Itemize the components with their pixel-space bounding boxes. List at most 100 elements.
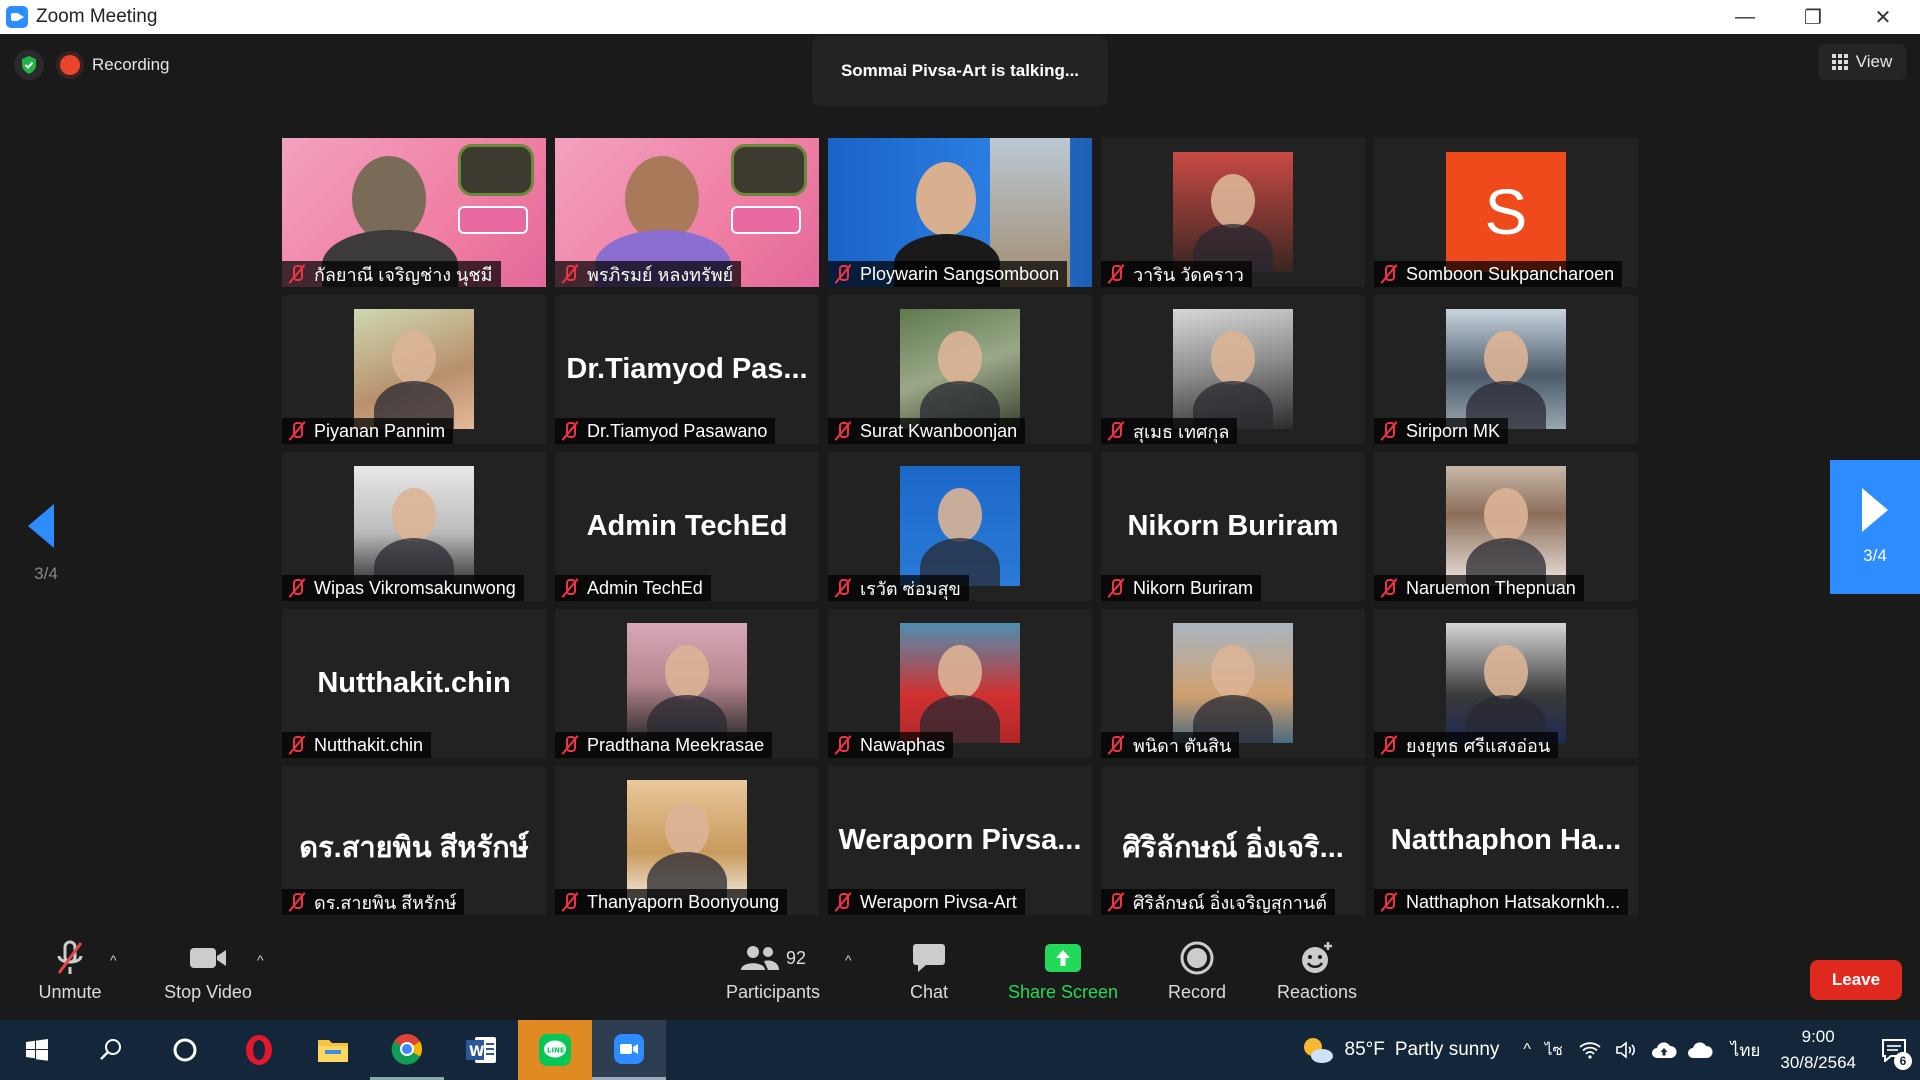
participant-tile[interactable]: สุเมธ เทศกุล	[1101, 295, 1365, 444]
participant-tile[interactable]: Wipas Vikromsakunwong	[282, 452, 546, 601]
participant-tile[interactable]: ยงยุทธ ศรีแสงอ่อน	[1374, 609, 1638, 758]
line-app-icon: LINE	[539, 1034, 571, 1066]
participant-tile[interactable]: S Somboon Sukpancharoen	[1374, 138, 1638, 287]
share-screen-icon	[1045, 944, 1081, 972]
onedrive-cloud-icon[interactable]	[1687, 1040, 1713, 1060]
participant-tile[interactable]: Natthaphon Ha... Natthaphon Hatsakornkh..…	[1374, 766, 1638, 915]
audio-options-caret-icon[interactable]: ^	[110, 952, 117, 968]
microphone-muted-icon	[286, 264, 308, 284]
participant-name: Dr.Tiamyod Pasawano	[587, 420, 768, 441]
participant-tile[interactable]: Siriporn MK	[1374, 295, 1638, 444]
participant-name-tag: สุเมธ เทศกุล	[1101, 418, 1238, 444]
close-button[interactable]: ✕	[1848, 0, 1918, 34]
participant-tile[interactable]: เรวัต ซ่อมสุข	[828, 452, 1092, 601]
window-title-bar: Zoom Meeting — ❐ ✕	[0, 0, 1920, 34]
taskbar-opera[interactable]	[222, 1020, 296, 1080]
participant-grid: กัลยาณี เจริญช่าง นุชมี พรภิรมย์ หลงทรัพย…	[282, 138, 1638, 915]
unmute-button[interactable]: Unmute	[26, 938, 114, 1003]
microphone-muted-icon	[1378, 421, 1400, 441]
participant-tile[interactable]: Surat Kwanboonjan	[828, 295, 1092, 444]
participant-tile[interactable]: กัลยาณี เจริญช่าง นุชมี	[282, 138, 546, 287]
participant-display-name: Dr.Tiamyod Pas...	[566, 353, 808, 385]
participant-tile[interactable]: Pradthana Meekrasae	[555, 609, 819, 758]
participant-tile[interactable]: ดร.สายพิน สีหรักษ์ ดร.สายพิน สีหรักษ์	[282, 766, 546, 915]
chat-button[interactable]: Chat	[889, 938, 969, 1003]
video-options-caret-icon[interactable]: ^	[257, 952, 264, 968]
participant-tile[interactable]: Ploywarin Sangsomboon	[828, 138, 1092, 287]
show-hidden-icons-caret-icon[interactable]: ^	[1523, 1041, 1531, 1059]
taskbar-line[interactable]: LINE	[518, 1020, 592, 1080]
microphone-muted-icon	[286, 892, 308, 912]
participant-name-tag: ศิริลักษณ์ อิ่งเจริญสุกานต์	[1101, 889, 1335, 915]
participant-tile[interactable]: Nawaphas	[828, 609, 1092, 758]
speaker-volume-icon[interactable]	[1615, 1040, 1637, 1060]
taskbar-chrome[interactable]	[370, 1020, 444, 1080]
weather-widget[interactable]: 85°F Partly sunny	[1301, 1035, 1499, 1065]
wifi-icon[interactable]	[1579, 1041, 1601, 1059]
security-shield-icon[interactable]	[14, 50, 44, 80]
active-speaker-banner: Sommai Pivsa-Art is talking...	[812, 36, 1108, 106]
recording-indicator[interactable]: Recording	[60, 55, 170, 75]
participant-tile[interactable]: Admin TechEd Admin TechEd	[555, 452, 819, 601]
participant-photo	[900, 466, 1020, 586]
reactions-button[interactable]: Reactions	[1270, 938, 1364, 1003]
notification-count-badge: 6	[1894, 1052, 1912, 1070]
restore-button[interactable]: ❐	[1778, 0, 1848, 34]
view-label: View	[1855, 52, 1893, 71]
view-button[interactable]: View	[1818, 44, 1906, 80]
input-language[interactable]: ไทย	[1731, 1037, 1761, 1064]
prev-page-button[interactable]: 3/4	[26, 504, 66, 584]
participant-tile[interactable]: Weraporn Pivsa... Weraporn Pivsa-Art	[828, 766, 1092, 915]
reactions-label: Reactions	[1276, 982, 1358, 1002]
word-icon: W	[466, 1037, 496, 1063]
participant-tile[interactable]: Thanyaporn Boonyoung	[555, 766, 819, 915]
microphone-muted-icon	[832, 578, 854, 598]
record-icon	[1180, 941, 1214, 975]
participant-name-tag: ดร.สายพิน สีหรักษ์	[282, 889, 465, 915]
record-button[interactable]: Record	[1152, 938, 1242, 1003]
participant-tile[interactable]: ศิริลักษณ์ อิ่งเจริ... ศิริลักษณ์ อิ่งเจร…	[1101, 766, 1365, 915]
participants-options-caret-icon[interactable]: ^	[845, 952, 852, 968]
taskbar-search-button[interactable]	[74, 1020, 148, 1080]
taskbar-word[interactable]: W	[444, 1020, 518, 1080]
participant-tile[interactable]: Dr.Tiamyod Pas... Dr.Tiamyod Pasawano	[555, 295, 819, 444]
participant-name: Admin TechEd	[587, 577, 703, 598]
action-center-button[interactable]: 6	[1874, 1020, 1914, 1080]
microphone-muted-icon	[832, 421, 854, 441]
participant-name-tag: พรภิรมย์ หลงทรัพย์	[555, 261, 742, 287]
leave-button[interactable]: Leave	[1810, 960, 1902, 1000]
share-screen-button[interactable]: Share Screen	[1003, 938, 1123, 1003]
start-button[interactable]	[0, 1020, 74, 1080]
participant-name-tag: Siriporn MK	[1374, 418, 1509, 444]
participant-tile[interactable]: Naruemon Thepnuan	[1374, 452, 1638, 601]
chat-label: Chat	[909, 982, 949, 1002]
participant-name: Nutthakit.chin	[314, 734, 424, 755]
taskbar-clock[interactable]: 9:00 30/8/2564	[1780, 1024, 1856, 1076]
participant-name: Naruemon Thepnuan	[1406, 577, 1576, 598]
participant-name: ดร.สายพิน สีหรักษ์	[314, 892, 457, 913]
arrow-right-icon	[1862, 488, 1888, 532]
participants-button[interactable]: 92 Participants	[718, 938, 828, 1003]
ime-indicator[interactable]: ไซ	[1545, 1038, 1563, 1062]
taskbar-zoom[interactable]	[592, 1020, 666, 1080]
minimize-button[interactable]: —	[1710, 0, 1780, 34]
participant-name: Surat Kwanboonjan	[860, 420, 1018, 441]
cortana-button[interactable]	[148, 1020, 222, 1080]
participant-tile[interactable]: พรภิรมย์ หลงทรัพย์	[555, 138, 819, 287]
cloud-upload-icon[interactable]	[1651, 1040, 1677, 1060]
microphone-muted-icon	[1105, 578, 1127, 598]
stop-video-button[interactable]: Stop Video	[158, 938, 258, 1003]
svg-text:W: W	[469, 1044, 484, 1060]
participant-tile[interactable]: พนิดา ตันสิน	[1101, 609, 1365, 758]
participant-name: เรวัต ซ่อมสุข	[860, 578, 961, 599]
video-camera-icon	[190, 948, 226, 968]
participant-display-name: Admin TechEd	[586, 510, 788, 542]
taskbar-file-explorer[interactable]	[296, 1020, 370, 1080]
chrome-browser-icon	[391, 1033, 422, 1065]
participant-tile[interactable]: วาริน วัดคราว	[1101, 138, 1365, 287]
participant-display-name: Weraporn Pivsa...	[838, 824, 1082, 856]
participant-tile[interactable]: Nutthakit.chin Nutthakit.chin	[282, 609, 546, 758]
next-page-button[interactable]: 3/4	[1830, 460, 1920, 594]
participant-tile[interactable]: Nikorn Buriram Nikorn Buriram	[1101, 452, 1365, 601]
participant-tile[interactable]: Piyanan Pannim	[282, 295, 546, 444]
